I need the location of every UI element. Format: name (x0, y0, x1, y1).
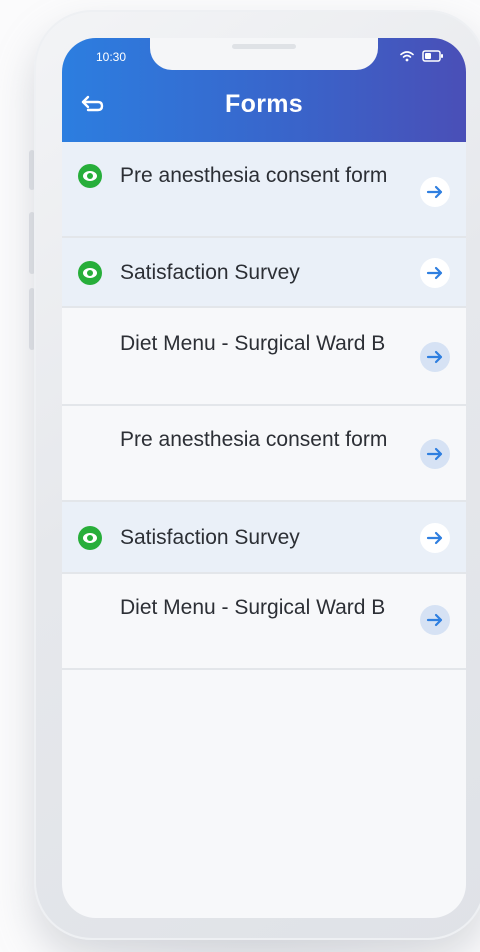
arrow-right-icon (426, 447, 443, 461)
form-row[interactable]: Satisfaction Survey (62, 502, 466, 574)
open-form-button[interactable] (420, 177, 450, 207)
arrow-right-icon (426, 350, 443, 364)
arrow-right-icon (426, 266, 443, 280)
arrow-right-icon (426, 613, 443, 627)
phone-notch (150, 38, 378, 70)
arrow-right-icon (426, 531, 443, 545)
form-label: Diet Menu - Surgical Ward B (120, 332, 386, 355)
forms-list: Pre anesthesia consent form Satisfaction… (62, 142, 466, 670)
page-title: Forms (225, 90, 303, 118)
form-row[interactable]: Diet Menu - Surgical Ward B (62, 308, 466, 406)
form-label: Satisfaction Survey (120, 526, 300, 549)
wifi-icon (400, 51, 414, 62)
arrow-right-icon (426, 185, 443, 199)
open-form-button[interactable] (420, 523, 450, 553)
status-icons (400, 48, 444, 64)
form-row[interactable]: Satisfaction Survey (62, 238, 466, 308)
form-label: Satisfaction Survey (120, 261, 300, 284)
form-row[interactable]: Pre anesthesia consent form (62, 406, 466, 502)
viewed-eye-icon (78, 164, 102, 188)
viewed-eye-icon (78, 526, 102, 550)
open-form-button[interactable] (420, 342, 450, 372)
form-row[interactable]: Pre anesthesia consent form (62, 142, 466, 238)
speaker-grille (232, 44, 296, 49)
form-label: Pre anesthesia consent form (120, 428, 388, 451)
viewed-eye-icon (78, 261, 102, 285)
form-label: Diet Menu - Surgical Ward B (120, 596, 386, 619)
form-label: Pre anesthesia consent form (120, 164, 388, 187)
form-row[interactable]: Diet Menu - Surgical Ward B (62, 574, 466, 670)
open-form-button[interactable] (420, 439, 450, 469)
battery-icon (422, 50, 443, 62)
status-time: 10:30 (96, 50, 127, 64)
open-form-button[interactable] (420, 258, 450, 288)
app-screen: 10:30 Forms Pre anesthesia consent form … (62, 38, 466, 918)
open-form-button[interactable] (420, 605, 450, 635)
